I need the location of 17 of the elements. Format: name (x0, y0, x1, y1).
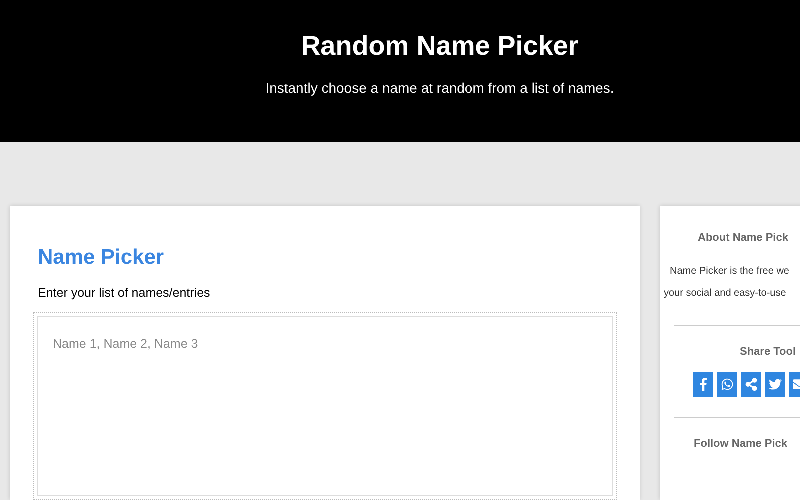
share-icon (744, 378, 758, 391)
field-label: Enter your list of names/entries (38, 284, 210, 302)
card-title: Name Picker (38, 245, 166, 271)
share-button[interactable] (741, 372, 761, 397)
names-field[interactable]: Name 1, Name 2, Name 3 (33, 312, 617, 500)
about-text: Name Picker is the free we (670, 264, 790, 278)
follow-title: Follow Name Pick (694, 437, 788, 452)
page-subtitle: Instantly choose a name at random from a list of names. (266, 78, 614, 98)
whatsapp-icon (720, 378, 734, 391)
bird-button[interactable] (765, 372, 785, 397)
share-title: Share Tool (740, 344, 796, 360)
about-title: About Name Pick (698, 231, 788, 246)
bird-icon (768, 378, 782, 391)
about-text: your social and easy-to-use (664, 286, 788, 300)
facebook-button[interactable] (693, 372, 713, 397)
page-title: Random Name Picker (301, 30, 579, 63)
whatsapp-button[interactable] (717, 372, 737, 397)
